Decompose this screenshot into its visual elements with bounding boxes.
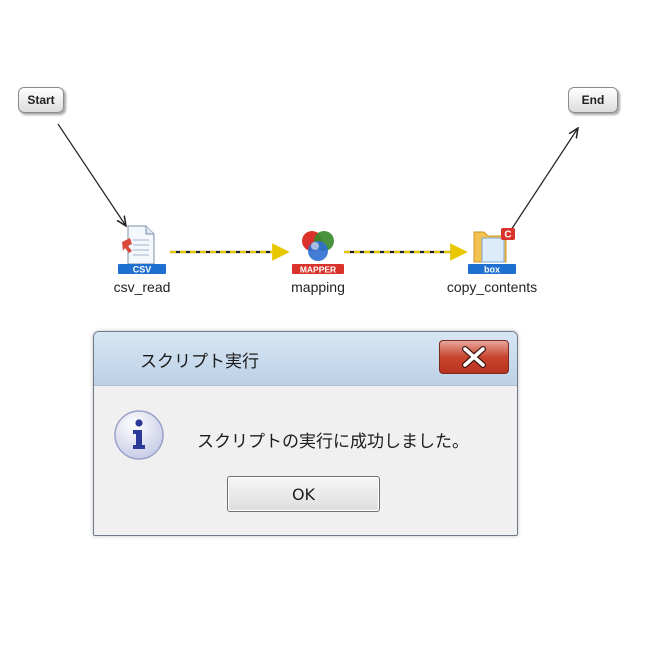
component-copy-contents[interactable]: C box copy_contents [447,224,537,295]
dialog-message: スクリプトの実行に成功しました。 [197,432,469,452]
ok-button[interactable]: OK [227,476,380,512]
svg-text:MAPPER: MAPPER [300,265,336,275]
close-icon [462,346,486,368]
start-to-csv-connector [57,123,126,226]
close-button[interactable] [439,340,509,374]
component-label: copy_contents [446,279,538,295]
component-mapping[interactable]: MAPPER mapping [288,224,348,295]
dialog-titlebar[interactable]: スクリプト実行 [94,332,517,386]
component-label: csv_read [113,279,171,295]
svg-text:box: box [484,265,500,275]
start-node[interactable]: Start [18,87,64,113]
box-folder-icon: C box [468,228,516,275]
info-icon [114,410,164,460]
dialog-body: スクリプトの実行に成功しました。 OK [94,386,517,535]
component-csv-read[interactable]: CSV csv_read [112,224,172,295]
component-label: mapping [291,279,345,295]
svg-text:C: C [504,230,511,241]
box-to-end-connector [510,128,578,231]
script-result-dialog: スクリプト実行 スクリプトの実行に成功しました。 OK [93,331,518,536]
dialog-title: スクリプト実行 [140,352,259,372]
end-node[interactable]: End [568,87,618,113]
mapper-icon: MAPPER [292,231,344,275]
flow-canvas [57,123,661,261]
csv-file-icon: CSV [118,225,166,275]
svg-text:CSV: CSV [133,265,152,275]
